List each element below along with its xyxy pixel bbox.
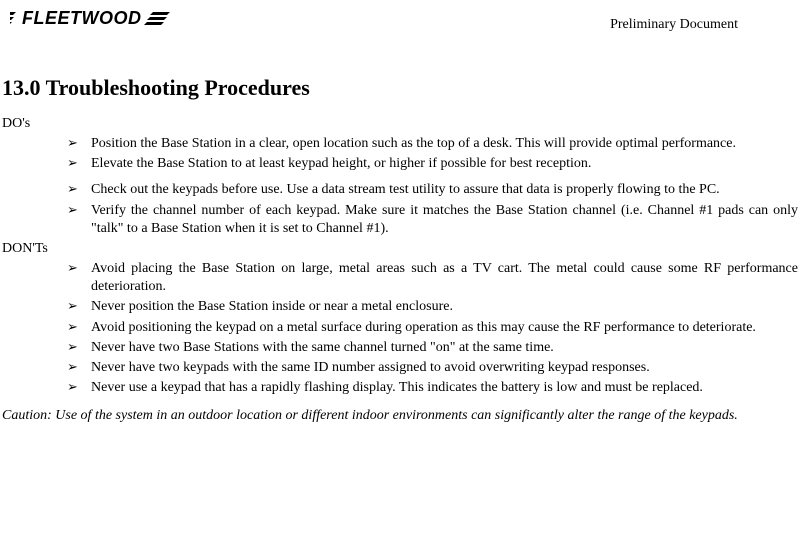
list-item: Avoid placing the Base Station on large,…	[67, 260, 798, 296]
list-item: Check out the keypads before use. Use a …	[67, 181, 798, 199]
list-item: Never have two keypads with the same ID …	[67, 359, 798, 377]
caution-note: Caution: Use of the system in an outdoor…	[2, 407, 798, 425]
donts-list: Avoid placing the Base Station on large,…	[2, 260, 798, 397]
dos-list-1: Position the Base Station in a clear, op…	[2, 135, 798, 173]
list-item: Avoid positioning the keypad on a metal …	[67, 319, 798, 337]
list-item: Elevate the Base Station to at least key…	[67, 155, 798, 173]
document-label: Preliminary Document	[610, 16, 738, 34]
list-item: Never position the Base Station inside o…	[67, 298, 798, 316]
list-item: Never use a keypad that has a rapidly fl…	[67, 379, 798, 397]
list-item: Verify the channel number of each keypad…	[67, 202, 798, 238]
dos-label: DO's	[2, 115, 798, 133]
page-title: 13.0 Troubleshooting Procedures	[2, 74, 798, 103]
dos-list-2: Check out the keypads before use. Use a …	[2, 181, 798, 238]
list-item: Never have two Base Stations with the sa…	[67, 339, 798, 357]
list-item: Position the Base Station in a clear, op…	[67, 135, 798, 153]
donts-label: DON'Ts	[2, 240, 798, 258]
fleetwood-logo: FLEETWOOD	[10, 6, 175, 30]
page-header: FLEETWOOD Preliminary Document	[2, 8, 798, 34]
svg-text:FLEETWOOD: FLEETWOOD	[22, 8, 142, 28]
